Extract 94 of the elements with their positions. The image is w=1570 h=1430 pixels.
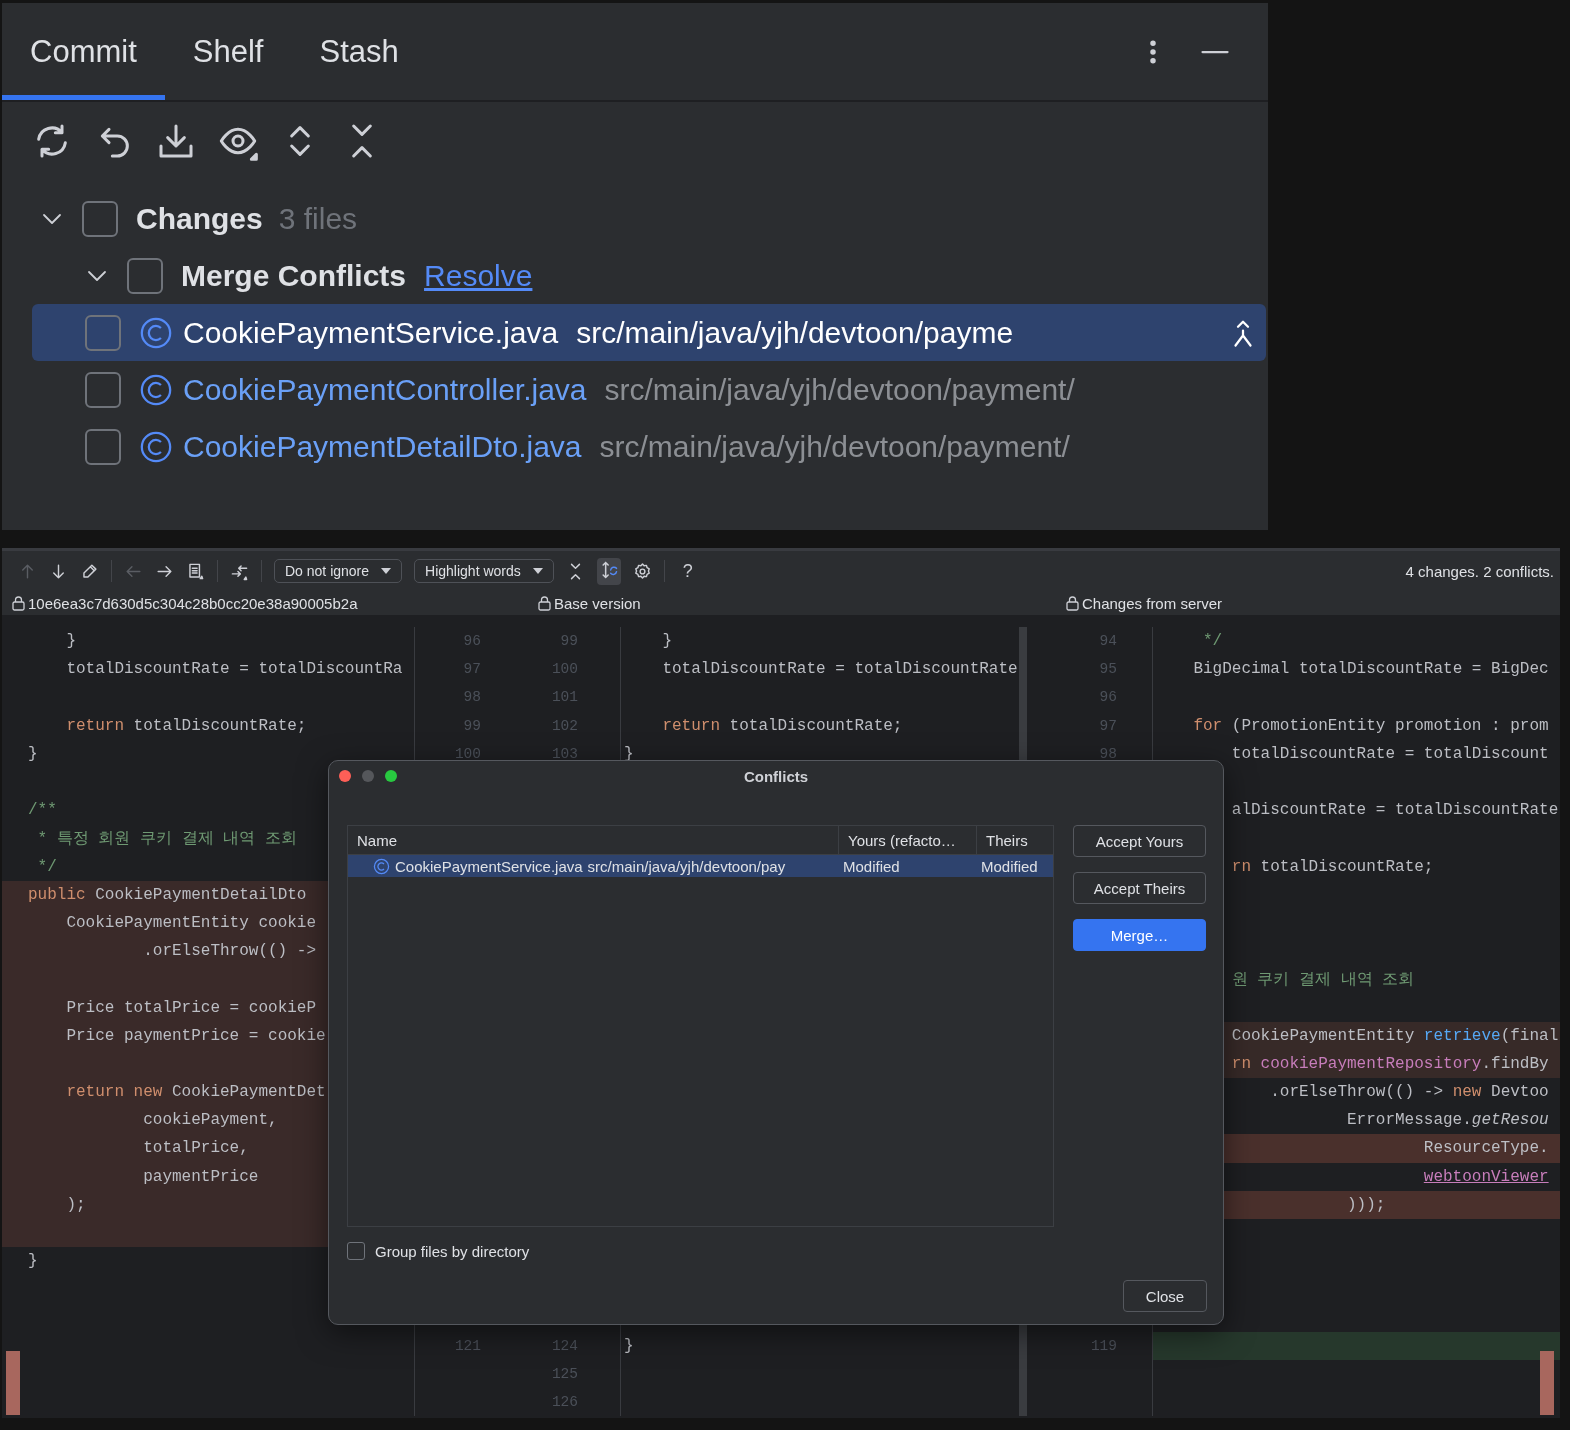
code-line: rn totalDiscountRate; [1231, 857, 1434, 876]
file-name: CookiePaymentService.java [183, 315, 559, 350]
code-line: * 특정 회원 쿠키 결제 내역 조회 [37, 828, 297, 849]
class-icon [139, 372, 173, 407]
tab[interactable]: Stash [291, 8, 427, 100]
group-label: Changes [136, 201, 263, 236]
document-icon[interactable] [186, 561, 205, 581]
file-path: src/main/java/yjh/devtoon/payme [576, 315, 1014, 350]
column-header: Theirs [985, 830, 1029, 851]
checkbox[interactable] [347, 1242, 365, 1260]
code-line: Price paymentPrice = cookie [66, 1026, 326, 1045]
table-row[interactable]: CookiePaymentService.java src/main/java/yjh/devtoon/pay Modified Modified [348, 855, 1053, 877]
checkbox-label: Group files by directory [375, 1242, 530, 1260]
tab[interactable]: Shelf [164, 8, 292, 100]
checkbox[interactable] [85, 371, 121, 408]
code-line: } [28, 744, 38, 763]
accept-button[interactable]: Accept Theirs [1073, 872, 1206, 904]
class-icon [139, 315, 173, 350]
minimize-dot[interactable] [362, 770, 374, 782]
code-line: BigDecimal totalDiscountRate = BigDec [1193, 660, 1549, 679]
column-header: Name [348, 826, 839, 854]
table-cell: Modified [981, 857, 1038, 875]
code-line: CookiePaymentEntity cookie [66, 913, 317, 932]
class-icon [139, 429, 173, 464]
code-line: } [28, 1252, 38, 1271]
file-path: src/main/java/yjh/devtoon/payment/ [604, 372, 1075, 407]
code-line: /** [28, 801, 57, 820]
checkbox[interactable] [127, 257, 163, 294]
code-line: alDiscountRate = totalDiscountRate [1231, 801, 1559, 820]
code-line: */ [37, 857, 57, 876]
code-line: CookiePaymentEntity retrieve(final [1231, 1026, 1559, 1045]
code-line: totalDiscountRate = totalDiscountRate [662, 660, 1018, 679]
file-path: src/main/java/yjh/devtoon/pay [587, 857, 786, 875]
code-line: public CookiePaymentDetailDto [28, 885, 307, 904]
dropdown[interactable]: Highlight words [414, 559, 554, 583]
code-line: webtoonViewer [1423, 1167, 1549, 1186]
code-line: rn cookiePaymentRepository.findBy [1231, 1054, 1549, 1073]
code-line: for (PromotionEntity promotion : prom [1193, 716, 1549, 735]
code-line: return totalDiscountRate; [662, 716, 903, 735]
code-line: .orElseThrow(() -> [143, 942, 316, 961]
zoom-dot[interactable] [385, 770, 397, 782]
sync-scroll-toggle[interactable] [596, 557, 621, 585]
file-name: CookiePaymentDetailDto.java [183, 429, 582, 464]
code-line: ))); [1347, 1195, 1386, 1214]
file-name: CookiePaymentController.java [183, 372, 587, 407]
code-line: .orElseThrow(() -> new Devtoo [1270, 1083, 1549, 1102]
code-line: cookiePayment, [143, 1111, 278, 1130]
merge-button[interactable]: Merge… [1073, 919, 1206, 951]
code-line: ResourceType. [1423, 1139, 1549, 1158]
column-header: Yours (refacto… [839, 826, 977, 854]
code-line: paymentPrice [143, 1167, 259, 1186]
class-icon [373, 857, 390, 875]
code-line: ); [66, 1195, 86, 1214]
code-line: } [66, 632, 76, 651]
change-marker [6, 1351, 20, 1415]
pane-title: Base version [554, 594, 641, 612]
tab[interactable]: Commit [2, 8, 165, 100]
settings-icon[interactable] [632, 561, 652, 581]
file-name: CookiePaymentService.java [395, 857, 583, 875]
code-line: ErrorMessage.getResou [1347, 1111, 1549, 1130]
code-line: 원 쿠키 결제 내역 조회 [1231, 969, 1415, 990]
code-line: totalDiscountRate = totalDiscount [1231, 744, 1549, 763]
file-path: src/main/java/yjh/devtoon/payment/ [599, 429, 1070, 464]
code-line: totalDiscountRate = totalDiscountRa [66, 660, 403, 679]
help-button[interactable]: ? [676, 560, 699, 582]
lock-icon [538, 595, 551, 611]
change-marker [1540, 1351, 1554, 1415]
checkbox[interactable] [82, 200, 118, 237]
code-line: } [624, 1336, 634, 1355]
table-cell: Modified [843, 857, 900, 875]
dialog-title: Conflicts [743, 767, 809, 785]
checkbox[interactable] [85, 314, 121, 351]
lock-icon [1066, 595, 1079, 611]
group-label: Merge Conflicts [181, 258, 407, 293]
checkbox[interactable] [85, 428, 121, 465]
code-line: */ [1203, 632, 1223, 651]
file-count: 3 files [278, 201, 358, 236]
resolve-link[interactable]: Resolve [424, 258, 533, 293]
dropdown[interactable]: Do not ignore [274, 559, 403, 583]
code-line: } [662, 632, 672, 651]
code-line: Price totalPrice = cookieP [66, 998, 317, 1017]
selected-row[interactable]: CookiePaymentService.java src/main/java/yjh/devtoon/payme [32, 304, 1266, 361]
pane-title: 10e6ea3c7d630d5c304c28b0cc20e38a90005b2a [28, 594, 358, 612]
caret-icon [532, 568, 543, 574]
pane-title: Changes from server [1082, 594, 1223, 612]
caret-icon [381, 568, 392, 574]
accept-button[interactable]: Accept Yours [1073, 825, 1206, 857]
summary-text: 4 changes. 2 conflicts. [1405, 562, 1555, 580]
lock-icon [12, 595, 25, 611]
close-dot[interactable] [339, 770, 351, 782]
code-line: return totalDiscountRate; [66, 716, 307, 735]
code-line: totalPrice, [143, 1139, 249, 1158]
code-line: return new CookiePaymentDet [66, 1083, 326, 1102]
close-button[interactable]: Close [1123, 1280, 1207, 1312]
